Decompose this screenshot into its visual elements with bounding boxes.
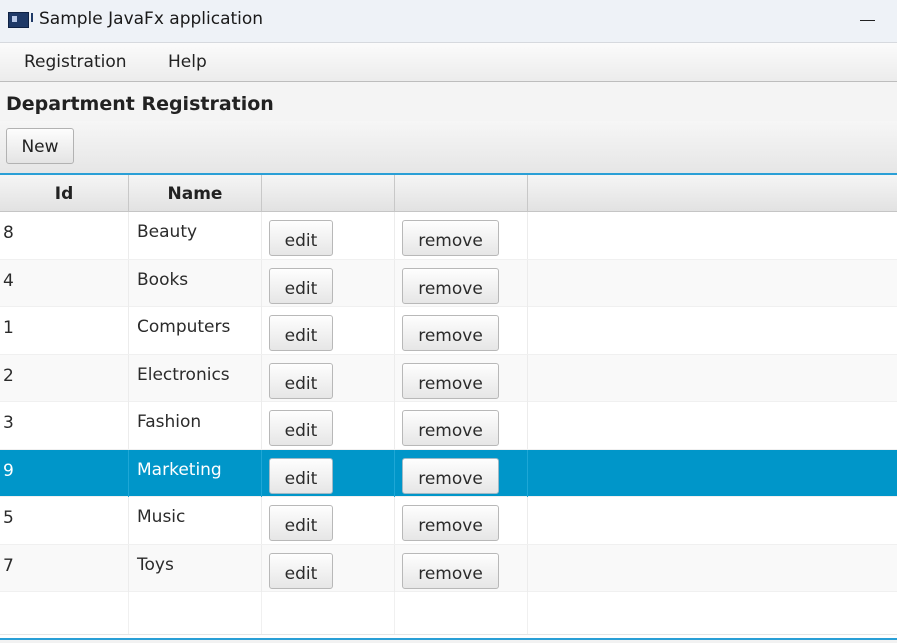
cell-filler [528,307,897,354]
toolbar: New [0,121,897,175]
table-bottom-edge [0,634,897,643]
edit-button[interactable]: edit [269,267,333,304]
cell-edit: edit [262,544,395,592]
table-row[interactable]: 7 Toys edit remove [0,544,897,592]
cell-id: 3 [0,402,129,449]
cell-filler [528,402,897,449]
empty-cell [0,592,129,639]
table-row[interactable]: 5 Music edit remove [0,497,897,545]
column-header-edit[interactable] [262,175,395,211]
cell-id: 5 [0,497,129,544]
cell-id: 2 [0,354,129,402]
cell-remove: remove [395,497,528,544]
cell-id: 1 [0,307,129,354]
cell-filler [528,260,897,307]
column-header-name[interactable]: Name [129,175,262,211]
cell-edit: edit [262,497,395,544]
cell-name: Toys [129,544,262,592]
remove-button[interactable]: remove [402,220,499,256]
cell-edit: edit [262,449,395,497]
table-row[interactable]: 8 Beauty edit remove [0,212,897,260]
cell-remove: remove [395,212,528,259]
edit-button[interactable]: edit [269,362,333,399]
window-title: Sample JavaFx application [39,9,264,29]
edit-button[interactable]: edit [269,315,333,351]
cell-filler [528,497,897,544]
remove-button[interactable]: remove [402,315,499,351]
cell-name: Beauty [129,212,262,259]
app-window: Sample JavaFx application Registration H… [0,0,897,643]
table-header: Id Name [0,175,897,212]
table-body: 8 Beauty edit remove 4 Books edit remove 1 Comput… [0,212,897,640]
empty-cell [129,592,262,639]
table-row[interactable]: 1 Computers edit remove [0,307,897,355]
edit-button[interactable]: edit [269,410,333,446]
cell-filler [528,450,897,497]
remove-button[interactable]: remove [402,552,499,589]
table-row[interactable]: 3 Fashion edit remove [0,402,897,450]
java-app-icon [8,12,33,28]
cell-remove: remove [395,449,528,497]
department-table: Id Name 8 Beauty edit remove 4 Books edit remov… [0,175,897,643]
remove-button[interactable]: remove [402,410,499,446]
cell-filler [528,355,897,402]
cell-remove: remove [395,259,528,307]
remove-button[interactable]: remove [402,457,499,494]
empty-cell [395,592,528,639]
cell-edit: edit [262,354,395,402]
menu-help[interactable]: Help [168,52,207,72]
cell-remove: remove [395,544,528,592]
cell-name: Marketing [129,449,262,497]
empty-cell [262,592,395,639]
remove-button[interactable]: remove [402,505,499,541]
menu-bar: Registration Help [0,43,897,82]
table-row[interactable]: 9 Marketing edit remove [0,449,897,497]
remove-button[interactable]: remove [402,362,499,399]
cell-name: Electronics [129,354,262,402]
remove-button[interactable]: remove [402,267,499,304]
cell-filler [528,545,897,592]
cell-id: 4 [0,259,129,307]
edit-button[interactable]: edit [269,505,333,541]
minimize-icon[interactable] [837,0,897,42]
cell-edit: edit [262,212,395,259]
cell-remove: remove [395,354,528,402]
table-bottom-border [0,638,897,643]
cell-edit: edit [262,259,395,307]
cell-remove: remove [395,307,528,354]
cell-id: 9 [0,449,129,497]
column-header-id[interactable]: Id [0,175,129,211]
menu-registration[interactable]: Registration [24,52,127,72]
page-title: Department Registration [6,93,274,115]
table-row[interactable]: 2 Electronics edit remove [0,354,897,402]
cell-name: Fashion [129,402,262,449]
table-row[interactable]: 4 Books edit remove [0,259,897,307]
cell-name: Computers [129,307,262,354]
cell-id: 8 [0,212,129,259]
cell-filler [528,212,897,259]
cell-edit: edit [262,307,395,354]
cell-remove: remove [395,402,528,449]
edit-button[interactable]: edit [269,552,333,589]
cell-edit: edit [262,402,395,449]
empty-row [0,592,897,640]
cell-name: Books [129,259,262,307]
title-bar: Sample JavaFx application [0,0,897,43]
edit-button[interactable]: edit [269,220,333,256]
cell-id: 7 [0,544,129,592]
column-header-remove[interactable] [395,175,528,211]
edit-button[interactable]: edit [269,457,333,494]
cell-name: Music [129,497,262,544]
new-button[interactable]: New [6,128,74,164]
